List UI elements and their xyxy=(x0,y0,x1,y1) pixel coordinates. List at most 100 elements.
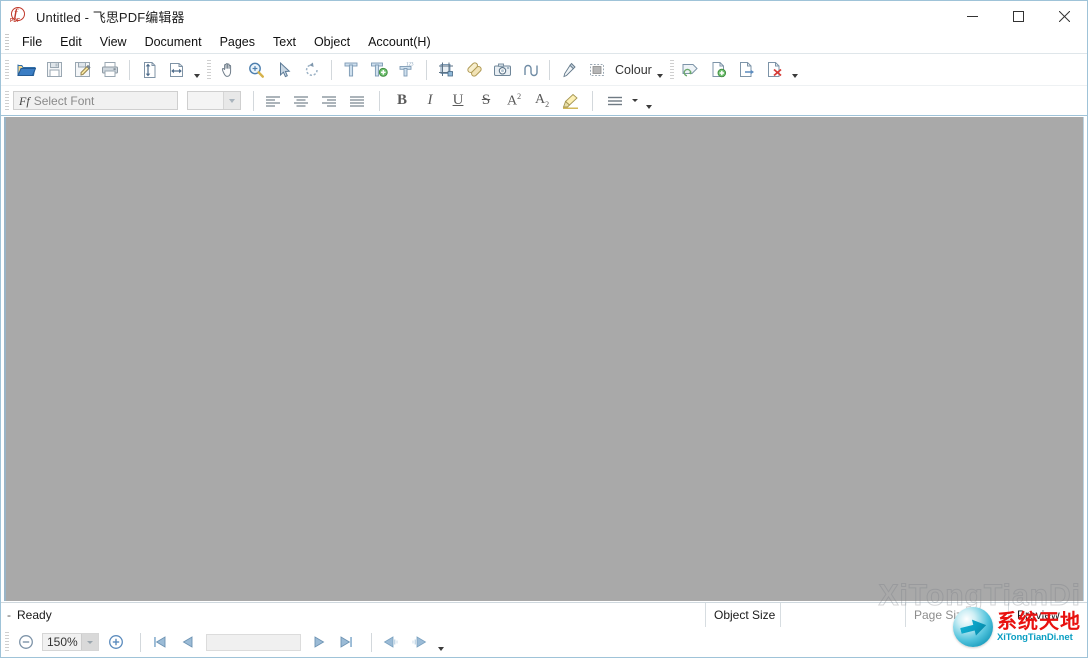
format-toolbar-grip[interactable] xyxy=(5,91,9,111)
add-link-button[interactable] xyxy=(460,56,488,83)
status-pane-preview: Preview xyxy=(1009,603,1087,627)
page-number-input[interactable] xyxy=(206,634,301,651)
zoom-tool-button[interactable] xyxy=(242,56,270,83)
minimize-button[interactable] xyxy=(949,1,995,31)
previous-page-button[interactable] xyxy=(174,629,202,655)
superscript-button[interactable]: A2 xyxy=(500,88,528,114)
go-forward-button[interactable] xyxy=(405,629,433,655)
document-canvas[interactable] xyxy=(4,117,1084,601)
bottombar-overflow-button[interactable] xyxy=(435,630,447,655)
menu-edit[interactable]: Edit xyxy=(51,33,91,51)
font-size-combobox[interactable] xyxy=(187,91,241,110)
italic-button[interactable]: I xyxy=(416,88,444,114)
subscript-label: A xyxy=(535,92,545,107)
format-separator-2 xyxy=(379,91,380,111)
menu-view[interactable]: View xyxy=(91,33,136,51)
bold-button[interactable]: B xyxy=(388,88,416,114)
rotate-tool-button[interactable] xyxy=(298,56,326,83)
rotate-pages-button[interactable] xyxy=(677,56,705,83)
save-as-button[interactable] xyxy=(68,56,96,83)
zoom-level-dropdown-icon[interactable] xyxy=(81,634,98,650)
bold-label: B xyxy=(397,92,407,109)
toolbar-separator xyxy=(129,60,130,80)
status-message-pane: - Ready xyxy=(1,603,706,627)
open-file-button[interactable] xyxy=(12,56,40,83)
pages-dropdown-button[interactable] xyxy=(789,57,801,82)
main-toolbar-grip[interactable] xyxy=(5,60,9,80)
toolbar-separator-2 xyxy=(331,60,332,80)
menubar-grip[interactable] xyxy=(5,34,9,50)
line-spacing-dropdown-button[interactable] xyxy=(629,88,641,113)
status-pane-empty xyxy=(781,603,906,627)
insert-page-button[interactable] xyxy=(705,56,733,83)
hand-tool-button[interactable] xyxy=(214,56,242,83)
application-window: fPDF Untitled - 飞思PDF编辑器 File Edit View … xyxy=(0,0,1088,658)
title-bar: fPDF Untitled - 飞思PDF编辑器 xyxy=(1,1,1087,31)
status-message: Ready xyxy=(17,608,52,622)
snapshot-button[interactable] xyxy=(488,56,516,83)
subscript-index: 2 xyxy=(545,100,549,109)
add-text-button[interactable] xyxy=(365,56,393,83)
window-controls xyxy=(949,1,1087,31)
align-right-button[interactable] xyxy=(315,88,343,114)
tools-toolbar-grip[interactable] xyxy=(207,60,211,80)
zoom-level-combobox[interactable]: 150% xyxy=(42,633,99,651)
menu-file[interactable]: File xyxy=(13,33,51,51)
select-tool-button[interactable] xyxy=(270,56,298,83)
crop-image-button[interactable] xyxy=(432,56,460,83)
format-separator-3 xyxy=(592,91,593,111)
superscript-exponent: 2 xyxy=(517,92,521,101)
fit-page-width-button[interactable] xyxy=(163,56,191,83)
font-size-dropdown-icon[interactable] xyxy=(223,92,240,109)
menu-bar: File Edit View Document Pages Text Objec… xyxy=(1,31,1087,54)
colour-swatch-button[interactable] xyxy=(583,56,611,83)
draw-curve-button[interactable] xyxy=(516,56,544,83)
maximize-button[interactable] xyxy=(995,1,1041,31)
go-back-button[interactable] xyxy=(377,629,405,655)
text-order-button[interactable]: 123 xyxy=(393,56,421,83)
menu-object[interactable]: Object xyxy=(305,33,359,51)
font-Ff-icon: Ff xyxy=(14,95,34,107)
status-pane-page-size: Page Size xyxy=(906,603,1009,627)
last-page-button[interactable] xyxy=(333,629,361,655)
zoom-in-button[interactable] xyxy=(102,629,130,655)
colour-dropdown-button[interactable] xyxy=(654,57,666,82)
align-center-button[interactable] xyxy=(287,88,315,114)
save-button[interactable] xyxy=(40,56,68,83)
bottom-separator-2 xyxy=(371,633,372,652)
strikethrough-button[interactable]: S xyxy=(472,88,500,114)
bottom-toolbar-grip[interactable] xyxy=(5,632,9,652)
pages-toolbar-grip[interactable] xyxy=(670,60,674,80)
first-page-button[interactable] xyxy=(146,629,174,655)
font-family-combobox[interactable]: Ff Select Font xyxy=(13,91,178,110)
menu-pages[interactable]: Pages xyxy=(211,33,264,51)
document-area xyxy=(1,116,1087,602)
toolbar-separator-4 xyxy=(549,60,550,80)
line-spacing-button[interactable] xyxy=(601,88,629,114)
fit-page-height-button[interactable] xyxy=(135,56,163,83)
next-page-button[interactable] xyxy=(305,629,333,655)
format-toolbar: Ff Select Font xyxy=(1,86,1087,116)
page-fit-dropdown-button[interactable] xyxy=(191,57,203,82)
zoom-out-button[interactable] xyxy=(12,629,40,655)
toolbar-overflow-button[interactable] xyxy=(643,88,655,113)
italic-label: I xyxy=(428,92,433,109)
eyedropper-button[interactable] xyxy=(555,56,583,83)
delete-page-button[interactable] xyxy=(761,56,789,83)
menu-document[interactable]: Document xyxy=(136,33,211,51)
menu-account[interactable]: Account(H) xyxy=(359,33,440,51)
extract-page-button[interactable] xyxy=(733,56,761,83)
close-button[interactable] xyxy=(1041,1,1087,31)
toolbar-separator-3 xyxy=(426,60,427,80)
align-left-button[interactable] xyxy=(259,88,287,114)
superscript-label: A xyxy=(507,93,517,108)
edit-text-button[interactable] xyxy=(337,56,365,83)
underline-button[interactable]: U xyxy=(444,88,472,114)
print-button[interactable] xyxy=(96,56,124,83)
status-pane-object-size: Object Size xyxy=(706,603,781,627)
window-title: Untitled - 飞思PDF编辑器 xyxy=(36,7,185,26)
subscript-button[interactable]: A2 xyxy=(528,88,556,114)
menu-text[interactable]: Text xyxy=(264,33,305,51)
highlight-button[interactable] xyxy=(556,88,584,114)
align-justify-button[interactable] xyxy=(343,88,371,114)
